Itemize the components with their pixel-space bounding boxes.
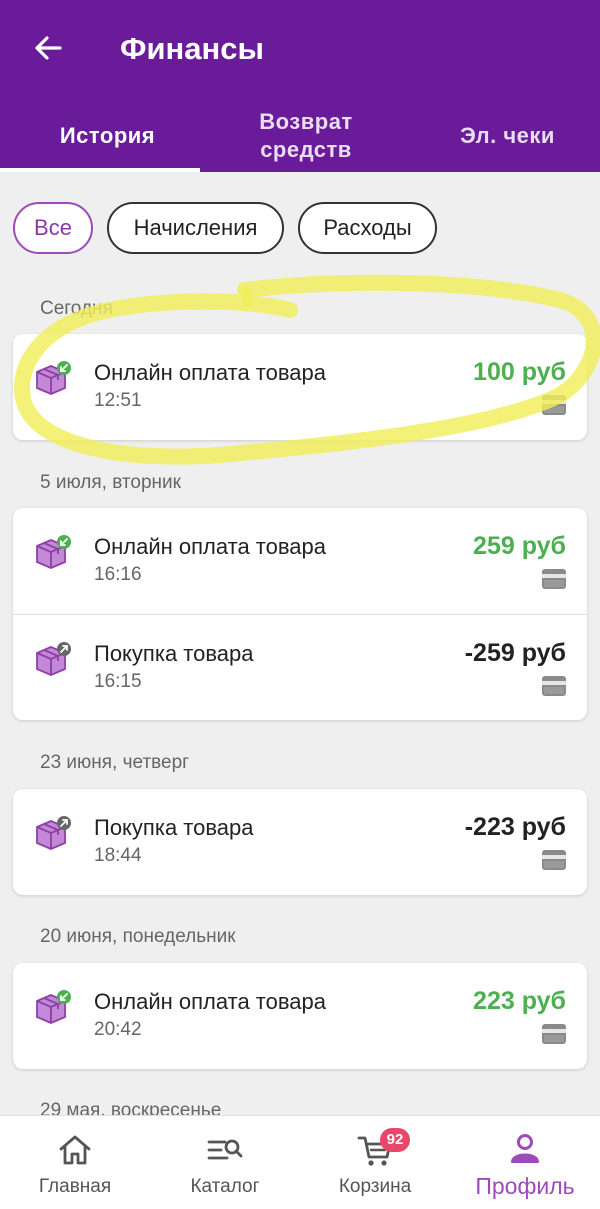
box-income-icon <box>36 361 71 395</box>
card-icon <box>542 395 566 415</box>
card-icon <box>542 676 566 696</box>
tab-history[interactable]: История <box>40 122 175 150</box>
arrow-left-icon[interactable] <box>30 30 66 66</box>
app-bar: Финансы История Возврат средств Эл. чеки <box>0 0 600 172</box>
date-header: 20 июня, понедельник <box>40 926 236 947</box>
cart-badge: 92 <box>380 1128 410 1152</box>
nav-cart[interactable]: 92 Корзина <box>300 1116 450 1209</box>
transaction-amount: -223 руб <box>464 813 566 841</box>
tab-refunds-label-2: средств <box>260 137 352 162</box>
transaction-amount: -259 руб <box>464 639 566 667</box>
home-icon <box>59 1135 91 1165</box>
date-header: Сегодня <box>40 298 113 319</box>
card-icon <box>542 1024 566 1044</box>
transaction-time: 16:16 <box>94 564 142 585</box>
card-icon <box>542 850 566 870</box>
transaction-card: Покупка товара 18:44 -223 руб <box>13 789 587 895</box>
tab-receipts[interactable]: Эл. чеки <box>440 122 575 150</box>
profile-icon <box>511 1134 539 1163</box>
tab-refunds[interactable]: Возврат средств <box>246 108 366 164</box>
filter-income[interactable]: Начисления <box>107 202 284 254</box>
transaction-name: Онлайн оплата товара <box>94 989 327 1014</box>
date-header: 5 июля, вторник <box>40 472 181 493</box>
transaction-row[interactable]: Покупка товара 16:15 -259 руб <box>13 614 587 720</box>
nav-profile[interactable]: Профиль <box>450 1116 600 1209</box>
nav-catalog[interactable]: Каталог <box>150 1116 300 1209</box>
transaction-name: Покупка товара <box>94 815 254 840</box>
transaction-row[interactable]: Онлайн оплата товара 20:42 223 руб <box>13 963 587 1069</box>
nav-catalog-label: Каталог <box>190 1176 260 1197</box>
date-header: 23 июня, четверг <box>40 752 190 773</box>
nav-home-label: Главная <box>38 1176 112 1197</box>
filter-expenses[interactable]: Расходы <box>298 202 437 254</box>
bottom-nav: Главная Каталог 92 Корзина Профиль <box>0 1115 600 1209</box>
box-expense-icon <box>36 642 71 676</box>
filter-all[interactable]: Все <box>13 202 93 254</box>
transaction-row[interactable]: Онлайн оплата товара 12:51 100 руб <box>13 334 587 440</box>
transaction-card: Онлайн оплата товара 16:16 259 руб Покуп… <box>13 508 587 720</box>
transaction-name: Покупка товара <box>94 641 254 666</box>
transaction-name: Онлайн оплата товара <box>94 534 327 559</box>
nav-profile-label: Профиль <box>475 1173 575 1199</box>
transaction-time: 20:42 <box>94 1019 142 1040</box>
catalog-search-icon <box>207 1139 243 1160</box>
transaction-time: 16:15 <box>94 671 142 692</box>
box-income-icon <box>36 990 71 1024</box>
tab-indicator <box>0 168 200 172</box>
tab-refunds-label: Возврат <box>259 109 353 134</box>
box-expense-icon <box>36 816 71 850</box>
transaction-amount: 223 руб <box>473 987 566 1015</box>
nav-home[interactable]: Главная <box>0 1116 150 1209</box>
transaction-name: Онлайн оплата товара <box>94 360 327 385</box>
nav-cart-label: Корзина <box>338 1176 412 1197</box>
transaction-card: Онлайн оплата товара 12:51 100 руб <box>13 334 587 440</box>
transaction-row[interactable]: Покупка товара 18:44 -223 руб <box>13 789 587 895</box>
transaction-time: 12:51 <box>94 390 142 411</box>
transaction-row[interactable]: Онлайн оплата товара 16:16 259 руб <box>13 508 587 614</box>
transaction-amount: 100 руб <box>473 358 566 386</box>
transaction-card: Онлайн оплата товара 20:42 223 руб <box>13 963 587 1069</box>
page-title: Финансы <box>120 31 264 66</box>
box-income-icon <box>36 535 71 569</box>
card-icon <box>542 569 566 589</box>
transaction-time: 18:44 <box>94 845 142 866</box>
transaction-amount: 259 руб <box>473 532 566 560</box>
